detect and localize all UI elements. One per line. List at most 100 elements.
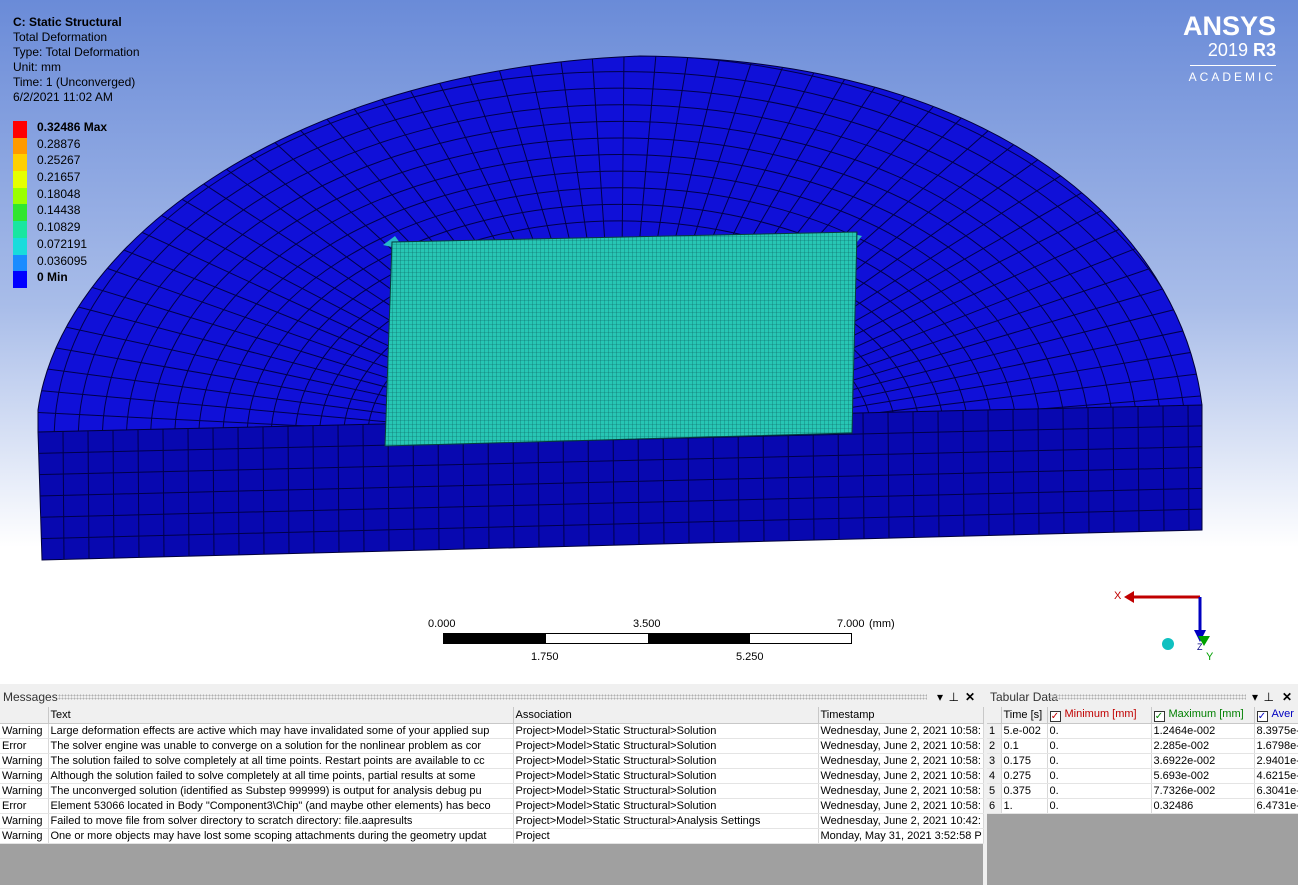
message-row[interactable]: Warning The unconverged solution (identif… xyxy=(0,783,984,799)
minimum-value: 0. xyxy=(1047,798,1152,814)
pin-icon[interactable]: ⊥ xyxy=(949,687,959,707)
message-row[interactable]: Warning Large deformation effects are act… xyxy=(0,723,984,739)
message-type: Warning xyxy=(0,813,49,829)
average-value: 1.6798e- xyxy=(1254,738,1298,754)
logo-edition: ACADEMIC xyxy=(1188,70,1276,84)
tabular-column-header[interactable] xyxy=(987,707,1002,724)
message-text: The solver engine was unable to converge… xyxy=(48,738,514,754)
dropdown-icon[interactable]: ▾ xyxy=(937,687,943,707)
messages-title-bar: Messages ▾ ⊥ ✕ xyxy=(0,687,983,707)
average-value: 6.4731e- xyxy=(1254,798,1298,814)
message-association: Project xyxy=(513,828,819,844)
messages-column-header[interactable]: Association xyxy=(513,707,819,724)
pin-icon[interactable]: ⊥ xyxy=(1264,687,1274,707)
time-value: 1. xyxy=(1001,798,1048,814)
maximum-value: 3.6922e-002 xyxy=(1151,753,1255,769)
tabular-row[interactable]: 6 1. 0. 0.32486 6.4731e- xyxy=(987,798,1298,814)
message-association: Project>Model>Static Structural>Solution xyxy=(513,768,819,784)
message-timestamp: Wednesday, June 2, 2021 10:42: xyxy=(818,813,984,829)
legend-label: 0 Min xyxy=(37,270,68,285)
maximum-value: 7.7326e-002 xyxy=(1151,783,1255,799)
message-timestamp: Wednesday, June 2, 2021 10:58: xyxy=(818,798,984,814)
legend-swatch xyxy=(13,204,27,222)
fea-model[interactable]: X Z Y xyxy=(0,0,1298,684)
message-row[interactable]: Warning One or more objects may have lost… xyxy=(0,828,984,844)
legend-label: 0.14438 xyxy=(37,203,81,218)
message-row[interactable]: Warning Failed to move file from solver d… xyxy=(0,813,984,829)
graphics-viewport[interactable]: X Z Y C: Static Structural Total Deforma… xyxy=(0,0,1298,684)
average-value: 8.3975e- xyxy=(1254,723,1298,739)
message-row[interactable]: Warning Although the solution failed to s… xyxy=(0,768,984,784)
messages-table[interactable]: Text Association Timestamp Warning Large de… xyxy=(0,707,984,844)
maximum-value: 0.32486 xyxy=(1151,798,1255,814)
tabular-row[interactable]: 2 0.1 0. 2.285e-002 1.6798e- xyxy=(987,738,1298,754)
tabular-column-label: Maximum [mm] xyxy=(1168,707,1244,720)
message-association: Project>Model>Static Structural>Solution xyxy=(513,753,819,769)
messages-title: Messages xyxy=(3,690,58,704)
message-type: Warning xyxy=(0,828,49,844)
tabular-row[interactable]: 1 5.e-002 0. 1.2464e-002 8.3975e- xyxy=(987,723,1298,739)
logo-version: 2019 R3 xyxy=(1207,40,1276,60)
message-row[interactable]: Error The solver engine was unable to con… xyxy=(0,738,984,754)
column-checkbox[interactable]: ✓ xyxy=(1049,710,1061,722)
tabular-row[interactable]: 3 0.175 0. 3.6922e-002 2.9401e- xyxy=(987,753,1298,769)
time-value: 0.175 xyxy=(1001,753,1048,769)
minimum-value: 0. xyxy=(1047,738,1152,754)
legend-label: 0.18048 xyxy=(37,186,81,201)
close-icon[interactable]: ✕ xyxy=(1282,687,1292,707)
tabular-data-table[interactable]: Time [s] ✓ Minimum [mm] ✓ Maximum [mm] ✓ Aver … xyxy=(987,707,1298,814)
result-unit: Unit: mm xyxy=(13,60,61,74)
legend-swatch xyxy=(13,154,27,172)
legend-swatch xyxy=(13,171,27,188)
time-value: 0.275 xyxy=(1001,768,1048,784)
column-checkbox[interactable]: ✓ xyxy=(1256,710,1268,722)
message-type: Error xyxy=(0,798,49,814)
tabular-row[interactable]: 5 0.375 0. 7.7326e-002 6.3041e- xyxy=(987,783,1298,799)
row-number: 3 xyxy=(987,753,1002,769)
result-type: Type: Total Deformation xyxy=(13,45,140,59)
message-type: Warning xyxy=(0,783,49,799)
messages-column-header[interactable]: Text xyxy=(48,707,514,724)
legend-label: 0.32486 Max xyxy=(37,120,108,134)
maximum-value: 1.2464e-002 xyxy=(1151,723,1255,739)
message-row[interactable]: Error Element 53066 located in Body "Comp… xyxy=(0,798,984,814)
minimum-value: 0. xyxy=(1047,753,1152,769)
messages-column-header[interactable]: Timestamp xyxy=(818,707,984,724)
logo-brand: ANSYS xyxy=(1182,11,1276,41)
scale-label-3500: 3.500 xyxy=(633,618,661,630)
scale-unit: (mm) xyxy=(869,618,895,630)
average-value: 4.6215e- xyxy=(1254,768,1298,784)
row-number: 2 xyxy=(987,738,1002,754)
tabular-column-header[interactable]: ✓ Minimum [mm] xyxy=(1047,707,1152,724)
ansys-logo: ANSYS 2019 R3 ACADEMIC xyxy=(1183,12,1276,84)
legend-swatch xyxy=(13,254,27,272)
message-timestamp: Wednesday, June 2, 2021 10:58: xyxy=(818,738,984,754)
tabular-column-header[interactable]: ✓ Aver xyxy=(1254,707,1298,724)
column-checkbox[interactable]: ✓ xyxy=(1153,710,1165,722)
scale-label-1750: 1.750 xyxy=(531,651,559,663)
message-association: Project>Model>Static Structural>Solution xyxy=(513,798,819,814)
tabular-column-header[interactable]: ✓ Maximum [mm] xyxy=(1151,707,1255,724)
result-name: Total Deformation xyxy=(13,30,108,44)
time-value: 5.e-002 xyxy=(1001,723,1048,739)
legend-label: 0.036095 xyxy=(37,253,88,268)
message-text: The unconverged solution (identified as … xyxy=(48,783,514,799)
minimum-value: 0. xyxy=(1047,783,1152,799)
tabular-row[interactable]: 4 0.275 0. 5.693e-002 4.6215e- xyxy=(987,768,1298,784)
message-text: Large deformation effects are active whi… xyxy=(48,723,514,739)
average-value: 2.9401e- xyxy=(1254,753,1298,769)
triad-z-label: Z xyxy=(1197,642,1203,652)
tabular-column-label: Minimum [mm] xyxy=(1064,707,1137,720)
close-icon[interactable]: ✕ xyxy=(965,687,975,707)
time-value: 0.1 xyxy=(1001,738,1048,754)
dropdown-icon[interactable]: ▾ xyxy=(1252,687,1258,707)
legend-label: 0.28876 xyxy=(37,136,81,151)
message-association: Project>Model>Static Structural>Solution xyxy=(513,738,819,754)
tabular-column-header[interactable]: Time [s] xyxy=(1001,707,1048,724)
result-date: 6/2/2021 11:02 AM xyxy=(13,90,113,104)
message-association: Project>Model>Static Structural>Solution xyxy=(513,723,819,739)
messages-column-header[interactable] xyxy=(0,707,49,724)
message-type: Error xyxy=(0,738,49,754)
message-row[interactable]: Warning The solution failed to solve comp… xyxy=(0,753,984,769)
tabular-data-pane: Tabular Data ▾ ⊥ ✕ Time [s] ✓ Minimum [mm]… xyxy=(987,687,1298,885)
